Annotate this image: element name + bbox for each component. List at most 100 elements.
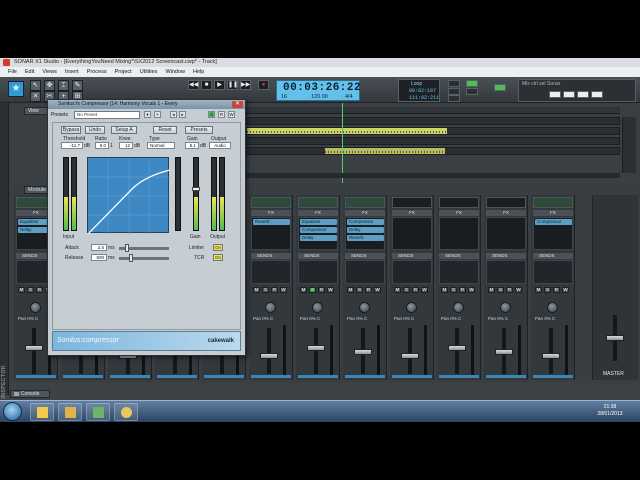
screenset-button-1[interactable] — [549, 91, 561, 98]
mute-button[interactable]: M — [253, 287, 260, 293]
menu-file[interactable]: File — [4, 67, 21, 77]
sends-bin[interactable] — [533, 260, 573, 284]
pan-knob[interactable] — [547, 302, 558, 313]
attack-slider-thumb[interactable] — [125, 244, 129, 252]
delete-preset-icon[interactable]: × — [154, 111, 161, 118]
volume-fader[interactable] — [307, 345, 325, 351]
loop-module[interactable]: Loop 00:02:197 111:02:211 — [398, 79, 440, 102]
write-button[interactable]: W — [468, 287, 475, 293]
fx-bin[interactable] — [439, 217, 479, 250]
fast-forward-button[interactable]: ▶▶ — [240, 80, 251, 90]
tcr-toggle[interactable]: On — [213, 254, 223, 261]
sends-header[interactable]: SENDS — [251, 253, 291, 259]
screenset-button-2[interactable] — [563, 91, 575, 98]
pan-knob[interactable] — [265, 302, 276, 313]
sends-header[interactable]: SENDS — [533, 253, 573, 259]
edit-tool-icon[interactable]: ⌶ — [58, 80, 69, 91]
fx-plugin-chip[interactable]: Compressor — [347, 219, 384, 225]
threshold-value[interactable]: -11.7 — [61, 142, 83, 149]
release-value[interactable]: 500 — [91, 254, 107, 261]
sends-bin[interactable] — [392, 260, 432, 284]
audio-clip[interactable] — [247, 128, 447, 134]
track-thumbnail[interactable] — [251, 197, 291, 208]
write-button[interactable]: W — [327, 287, 334, 293]
fx-header[interactable]: FX — [486, 210, 526, 216]
browser-strip[interactable] — [622, 117, 636, 173]
preset-select[interactable]: No Preset — [74, 111, 140, 119]
mute-button[interactable]: M — [535, 287, 542, 293]
smart-tool-icon[interactable]: ★ — [8, 81, 24, 97]
volume-fader[interactable] — [495, 349, 513, 355]
fx-bin[interactable] — [392, 217, 432, 250]
undo-button[interactable]: Undo — [85, 126, 105, 134]
pan-knob[interactable] — [453, 302, 464, 313]
read-button[interactable]: R — [459, 287, 466, 293]
gain-slider-thumb[interactable] — [192, 187, 200, 191]
fx-header[interactable]: FX — [298, 210, 338, 216]
reset-button[interactable]: Reset — [153, 126, 177, 134]
sends-header[interactable]: SENDS — [298, 253, 338, 259]
track-thumbnail[interactable] — [392, 197, 432, 208]
timeline-ruler[interactable] — [244, 107, 620, 114]
volume-fader[interactable] — [401, 353, 419, 359]
sends-header[interactable]: SENDS — [486, 253, 526, 259]
solo-button[interactable]: S — [27, 287, 34, 293]
read-button[interactable]: R — [365, 287, 372, 293]
read-button[interactable]: R — [36, 287, 43, 293]
menu-views[interactable]: Views — [38, 67, 61, 77]
record-button[interactable]: ● — [258, 80, 269, 90]
write-button[interactable]: W — [280, 287, 287, 293]
solo-button[interactable]: S — [309, 287, 316, 293]
console-tab[interactable]: Console — [10, 390, 50, 398]
ratio-value[interactable]: 6.0 — [95, 142, 109, 149]
write-button[interactable]: W — [421, 287, 428, 293]
sends-header[interactable]: SENDS — [345, 253, 385, 259]
pan-knob[interactable] — [312, 302, 323, 313]
read-button[interactable]: R — [412, 287, 419, 293]
mute-button[interactable]: M — [488, 287, 495, 293]
fx-plugin-chip[interactable]: Reverb — [347, 235, 384, 241]
loop-start[interactable]: 00:02:197 — [409, 88, 436, 94]
horizontal-scrollbar[interactable] — [244, 173, 620, 178]
mute-button[interactable]: M — [347, 287, 354, 293]
solo-button[interactable]: S — [497, 287, 504, 293]
volume-fader[interactable] — [542, 353, 560, 359]
menu-project[interactable]: Project — [111, 67, 136, 77]
play-button[interactable]: ▶ — [214, 80, 225, 90]
release-slider-thumb[interactable] — [129, 254, 133, 262]
mix-button-4[interactable] — [466, 88, 478, 95]
type-select[interactable]: Normal — [147, 142, 175, 149]
sends-bin[interactable] — [486, 260, 526, 284]
pan-knob[interactable] — [406, 302, 417, 313]
solo-button[interactable]: S — [262, 287, 269, 293]
next-preset-icon[interactable]: ▸ — [179, 111, 186, 118]
sends-header[interactable]: SENDS — [439, 253, 479, 259]
screenset-button-3[interactable] — [577, 91, 589, 98]
sends-bin[interactable] — [345, 260, 385, 284]
taskbar-app-sonar[interactable] — [114, 403, 138, 421]
screenset-button-4[interactable] — [591, 91, 603, 98]
track-thumbnail[interactable] — [486, 197, 526, 208]
fx-bin[interactable]: Equalizer Compressor Delay — [298, 217, 338, 250]
mute-button[interactable]: M — [394, 287, 401, 293]
fx-plugin-chip[interactable]: Equalizer — [300, 219, 337, 225]
volume-fader[interactable] — [260, 353, 278, 359]
taskbar-app-library[interactable] — [58, 403, 82, 421]
read-button[interactable]: R — [318, 287, 325, 293]
taskbar-app-explorer[interactable] — [30, 403, 54, 421]
fx-header[interactable]: FX — [251, 210, 291, 216]
stop-button[interactable]: ■ — [201, 80, 212, 90]
track-thumbnail[interactable] — [298, 197, 338, 208]
rewind-button[interactable]: ◀◀ — [188, 80, 199, 90]
compression-curve-graph[interactable] — [87, 157, 171, 235]
inspector-label[interactable]: INSPECTOR — [1, 365, 7, 399]
sends-bin[interactable] — [251, 260, 291, 284]
taskbar-app-images[interactable] — [86, 403, 110, 421]
write-button[interactable]: W — [515, 287, 522, 293]
menu-insert[interactable]: Insert — [61, 67, 83, 77]
fx-bin[interactable] — [486, 217, 526, 250]
pan-knob[interactable] — [30, 302, 41, 313]
limiter-toggle[interactable]: On — [213, 244, 223, 251]
menu-edit[interactable]: Edit — [21, 67, 38, 77]
mix-button-3[interactable] — [448, 88, 460, 95]
